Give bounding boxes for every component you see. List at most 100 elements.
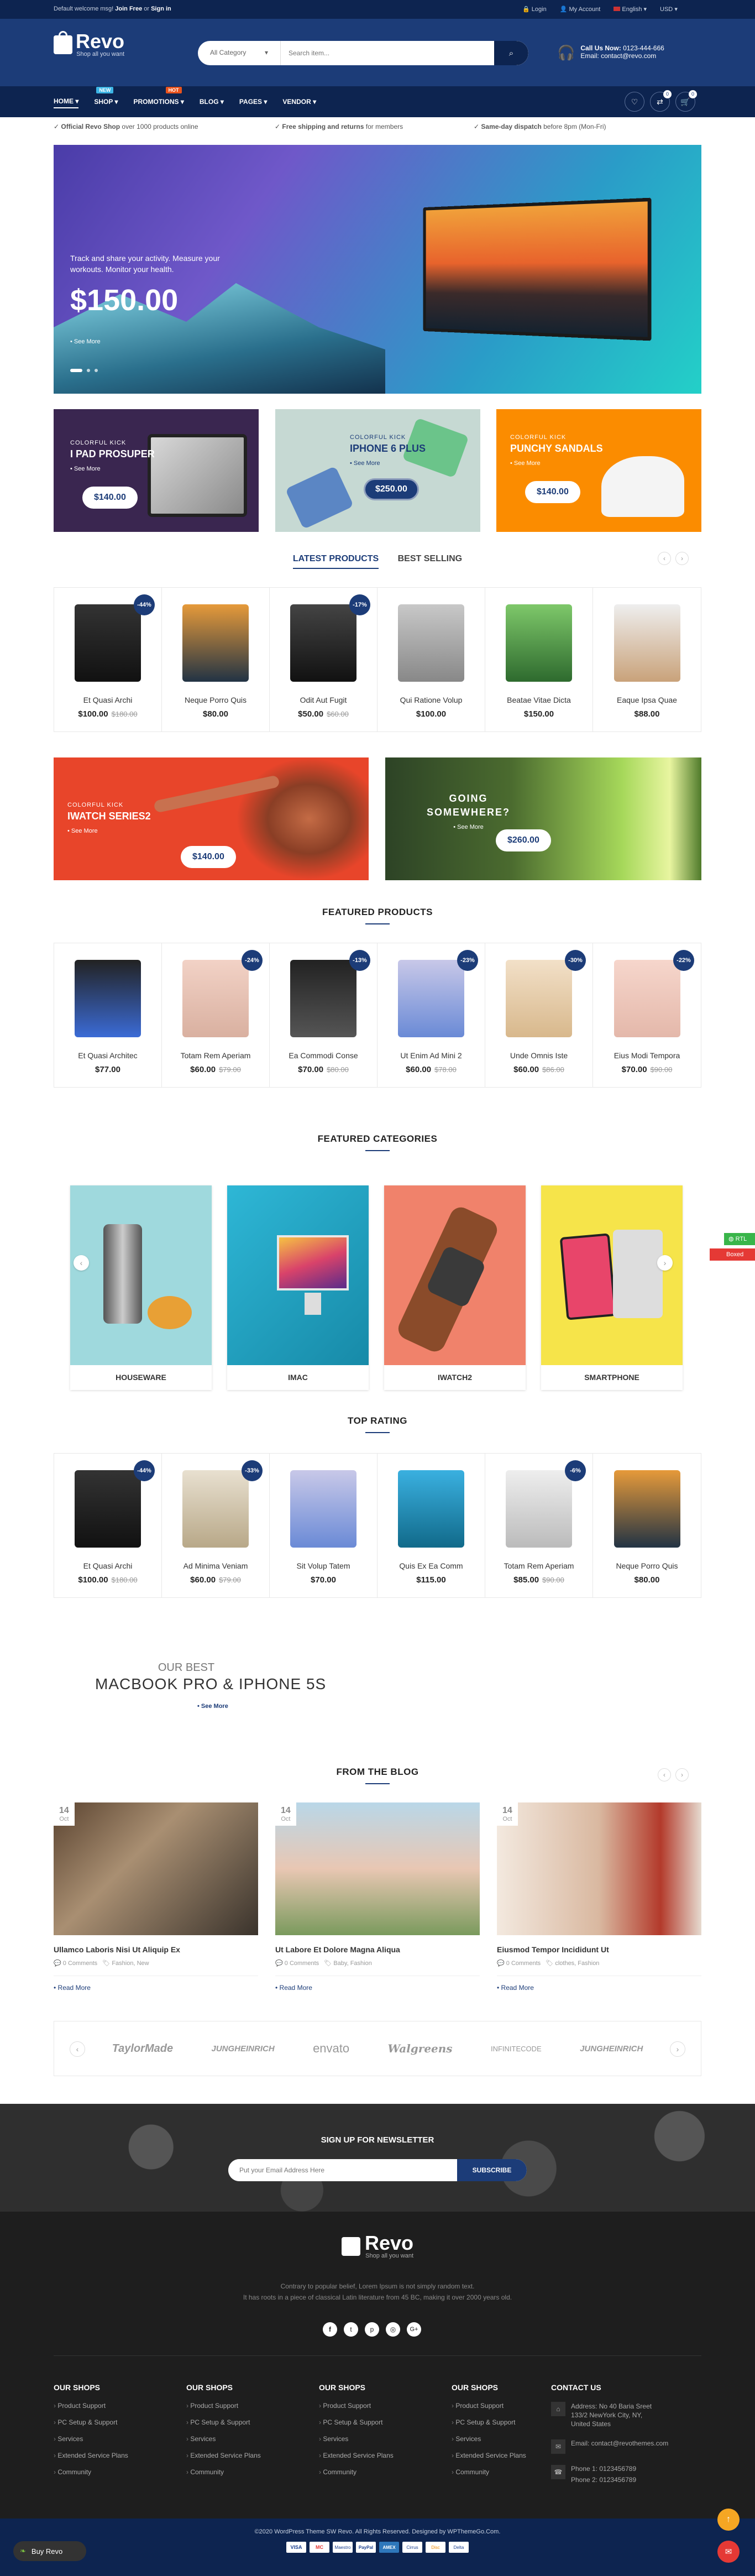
product-card[interactable]: Sit Volup Tatem $70.00 (270, 1454, 378, 1597)
promo-ipad[interactable]: COLORFUL KICK I PAD PROSUPER • See More $1… (54, 409, 259, 532)
product-name[interactable]: Ad Minima Veniam (162, 1561, 269, 1570)
nav-blog[interactable]: BLOG ▾ (200, 98, 224, 106)
pinterest-icon[interactable]: p (365, 2322, 379, 2337)
footer-link[interactable]: Community (319, 2468, 441, 2476)
product-name[interactable]: Eius Modi Tempora (593, 1051, 701, 1060)
product-card[interactable]: Neque Porro Quis $80.00 (593, 1454, 701, 1597)
product-name[interactable]: Eaque Ipsa Quae (593, 696, 701, 704)
product-card[interactable]: Et Quasi Architec $77.00 (54, 943, 162, 1087)
product-card[interactable]: Neque Porro Quis $80.00 (162, 588, 270, 731)
read-more-link[interactable]: • Read More (54, 1976, 258, 1992)
footer-link[interactable]: Community (452, 2468, 534, 2476)
category-imac[interactable]: IMAC (227, 1185, 369, 1390)
footer-link[interactable]: Product Support (319, 2402, 441, 2410)
signin-link[interactable]: Sign in (151, 6, 171, 12)
product-card[interactable]: -22% Eius Modi Tempora $70.00 $90.00 (593, 943, 701, 1087)
google-plus-icon[interactable]: G+ (407, 2322, 421, 2337)
product-card[interactable]: -13% Ea Commodi Conse $70.00 $80.00 (270, 943, 378, 1087)
product-card[interactable]: Qui Ratione Volup $100.00 (378, 588, 485, 731)
brand-prev-arrow[interactable]: ‹ (70, 2041, 85, 2057)
product-name[interactable]: Unde Omnis Iste (485, 1051, 593, 1060)
footer-link[interactable]: Extended Service Plans (452, 2452, 534, 2459)
footer-link[interactable]: Extended Service Plans (319, 2452, 441, 2459)
search-input[interactable] (281, 41, 494, 65)
prev-arrow-icon[interactable]: ‹ (658, 1768, 671, 1781)
footer-logo[interactable]: Revo Shop all you want (0, 2233, 755, 2259)
product-name[interactable]: Odit Aut Fugit (270, 696, 377, 704)
footer-link[interactable]: Product Support (452, 2402, 534, 2410)
product-name[interactable]: Neque Porro Quis (593, 1561, 701, 1570)
read-more-link[interactable]: • Read More (275, 1976, 480, 1992)
product-card[interactable]: Eaque Ipsa Quae $88.00 (593, 588, 701, 731)
footer-link[interactable]: Services (319, 2435, 441, 2443)
next-arrow-icon[interactable]: › (675, 552, 689, 565)
nav-pages[interactable]: PAGES ▾ (239, 98, 267, 106)
category-smartphone[interactable]: SMARTPHONE (541, 1185, 683, 1390)
blog-post-title[interactable]: Eiusmod Tempor Incididunt Ut (497, 1945, 701, 1954)
footer-link[interactable]: Product Support (186, 2402, 308, 2410)
brand-logo[interactable]: TaylorMade (112, 2042, 173, 2055)
product-card[interactable]: -24% Totam Rem Aperiam $60.00 $79.00 (162, 943, 270, 1087)
compare-button[interactable]: ⇄ 0 (650, 90, 672, 112)
prev-arrow-icon[interactable]: ‹ (658, 552, 671, 565)
footer-link[interactable]: Services (54, 2435, 175, 2443)
category-iwatch2[interactable]: IWATCH2 (384, 1185, 526, 1390)
footer-link[interactable]: Services (186, 2435, 308, 2443)
carousel-next-arrow[interactable]: › (657, 1255, 673, 1271)
product-name[interactable]: Et Quasi Archi (54, 696, 161, 704)
join-link[interactable]: Join Free (115, 6, 142, 12)
logo[interactable]: Revo Shop all you want (54, 31, 124, 58)
product-name[interactable]: Quis Ex Ea Comm (378, 1561, 485, 1570)
promo-iphone[interactable]: COLORFUL KICK IPHONE 6 PLUS • See More $25… (275, 409, 480, 532)
brand-logo[interactable]: JUNGHEINRICH (211, 2044, 274, 2054)
product-card[interactable]: -44% Et Quasi Archi $100.00 $180.00 (54, 588, 162, 731)
subscribe-button[interactable]: SUBSCRIBE (457, 2159, 527, 2181)
currency-select[interactable]: USD ▾ (660, 6, 678, 13)
login-link[interactable]: 🔒 Login (522, 6, 547, 13)
promo-iwatch[interactable]: COLORFUL KICK IWATCH SERIES2 • See More $1… (54, 757, 369, 880)
chat-button[interactable]: ✉ (717, 2541, 740, 2563)
nav-promotions[interactable]: HOT PROMOTIONS ▾ (134, 87, 184, 106)
carousel-prev-arrow[interactable]: ‹ (74, 1255, 89, 1271)
product-name[interactable]: Et Quasi Architec (54, 1051, 161, 1060)
product-card[interactable]: -33% Ad Minima Veniam $60.00 $79.00 (162, 1454, 270, 1597)
product-card[interactable]: -6% Totam Rem Aperiam $85.00 $90.00 (485, 1454, 593, 1597)
hero-cta[interactable]: • See More (70, 338, 101, 345)
brand-logo[interactable]: INFINITECODE (491, 2045, 542, 2053)
product-name[interactable]: Neque Porro Quis (162, 696, 269, 704)
search-button[interactable]: ⌕ (494, 41, 528, 65)
product-card[interactable]: -44% Et Quasi Archi $100.00 $180.00 (54, 1454, 162, 1597)
blog-post[interactable]: 14 Oct Ut Labore Et Dolore Magna Aliqua 💬… (275, 1802, 480, 1992)
blog-post-title[interactable]: Ullamco Laboris Nisi Ut Aliquip Ex (54, 1945, 258, 1954)
next-arrow-icon[interactable]: › (675, 1768, 689, 1781)
product-card[interactable]: -17% Odit Aut Fugit $50.00 $60.00 (270, 588, 378, 731)
product-card[interactable]: Beatae Vitae Dicta $150.00 (485, 588, 593, 731)
macbook-banner[interactable]: OUR BEST MACBOOK PRO & IPHONE 5S • See M… (54, 1631, 701, 1736)
language-select[interactable]: English ▾ (614, 6, 647, 13)
nav-home[interactable]: HOME ▾ (54, 95, 79, 108)
rtl-toggle[interactable]: ◍ RTL (724, 1233, 755, 1245)
blog-post-title[interactable]: Ut Labore Et Dolore Magna Aliqua (275, 1945, 480, 1954)
newsletter-email-input[interactable] (228, 2159, 457, 2181)
footer-link[interactable]: Extended Service Plans (186, 2452, 308, 2459)
footer-link[interactable]: PC Setup & Support (54, 2418, 175, 2426)
footer-link[interactable]: Product Support (54, 2402, 175, 2410)
slider-dots[interactable] (70, 369, 98, 372)
back-to-top-button[interactable]: ↑ (717, 2509, 740, 2531)
facebook-icon[interactable]: f (323, 2322, 337, 2337)
account-link[interactable]: 👤 My Account (560, 6, 601, 13)
product-name[interactable]: Et Quasi Archi (54, 1561, 161, 1570)
brand-logo[interactable]: Walgreens (388, 2042, 453, 2055)
brand-next-arrow[interactable]: › (670, 2041, 685, 2057)
footer-link[interactable]: PC Setup & Support (452, 2418, 534, 2426)
product-name[interactable]: Totam Rem Aperiam (162, 1051, 269, 1060)
boxed-toggle[interactable]: Boxed (710, 1248, 755, 1261)
promo-going-somewhere[interactable]: GOING SOMEWHERE? • See More $260.00 (385, 757, 701, 880)
footer-link[interactable]: Services (452, 2435, 534, 2443)
twitter-icon[interactable]: t (344, 2322, 358, 2337)
footer-link[interactable]: Community (54, 2468, 175, 2476)
nav-vendor[interactable]: VENDOR ▾ (282, 98, 316, 106)
buy-revo-button[interactable]: ❧ Buy Revo (13, 2541, 86, 2561)
footer-link[interactable]: PC Setup & Support (319, 2418, 441, 2426)
brand-logo[interactable]: JUNGHEINRICH (580, 2044, 643, 2054)
